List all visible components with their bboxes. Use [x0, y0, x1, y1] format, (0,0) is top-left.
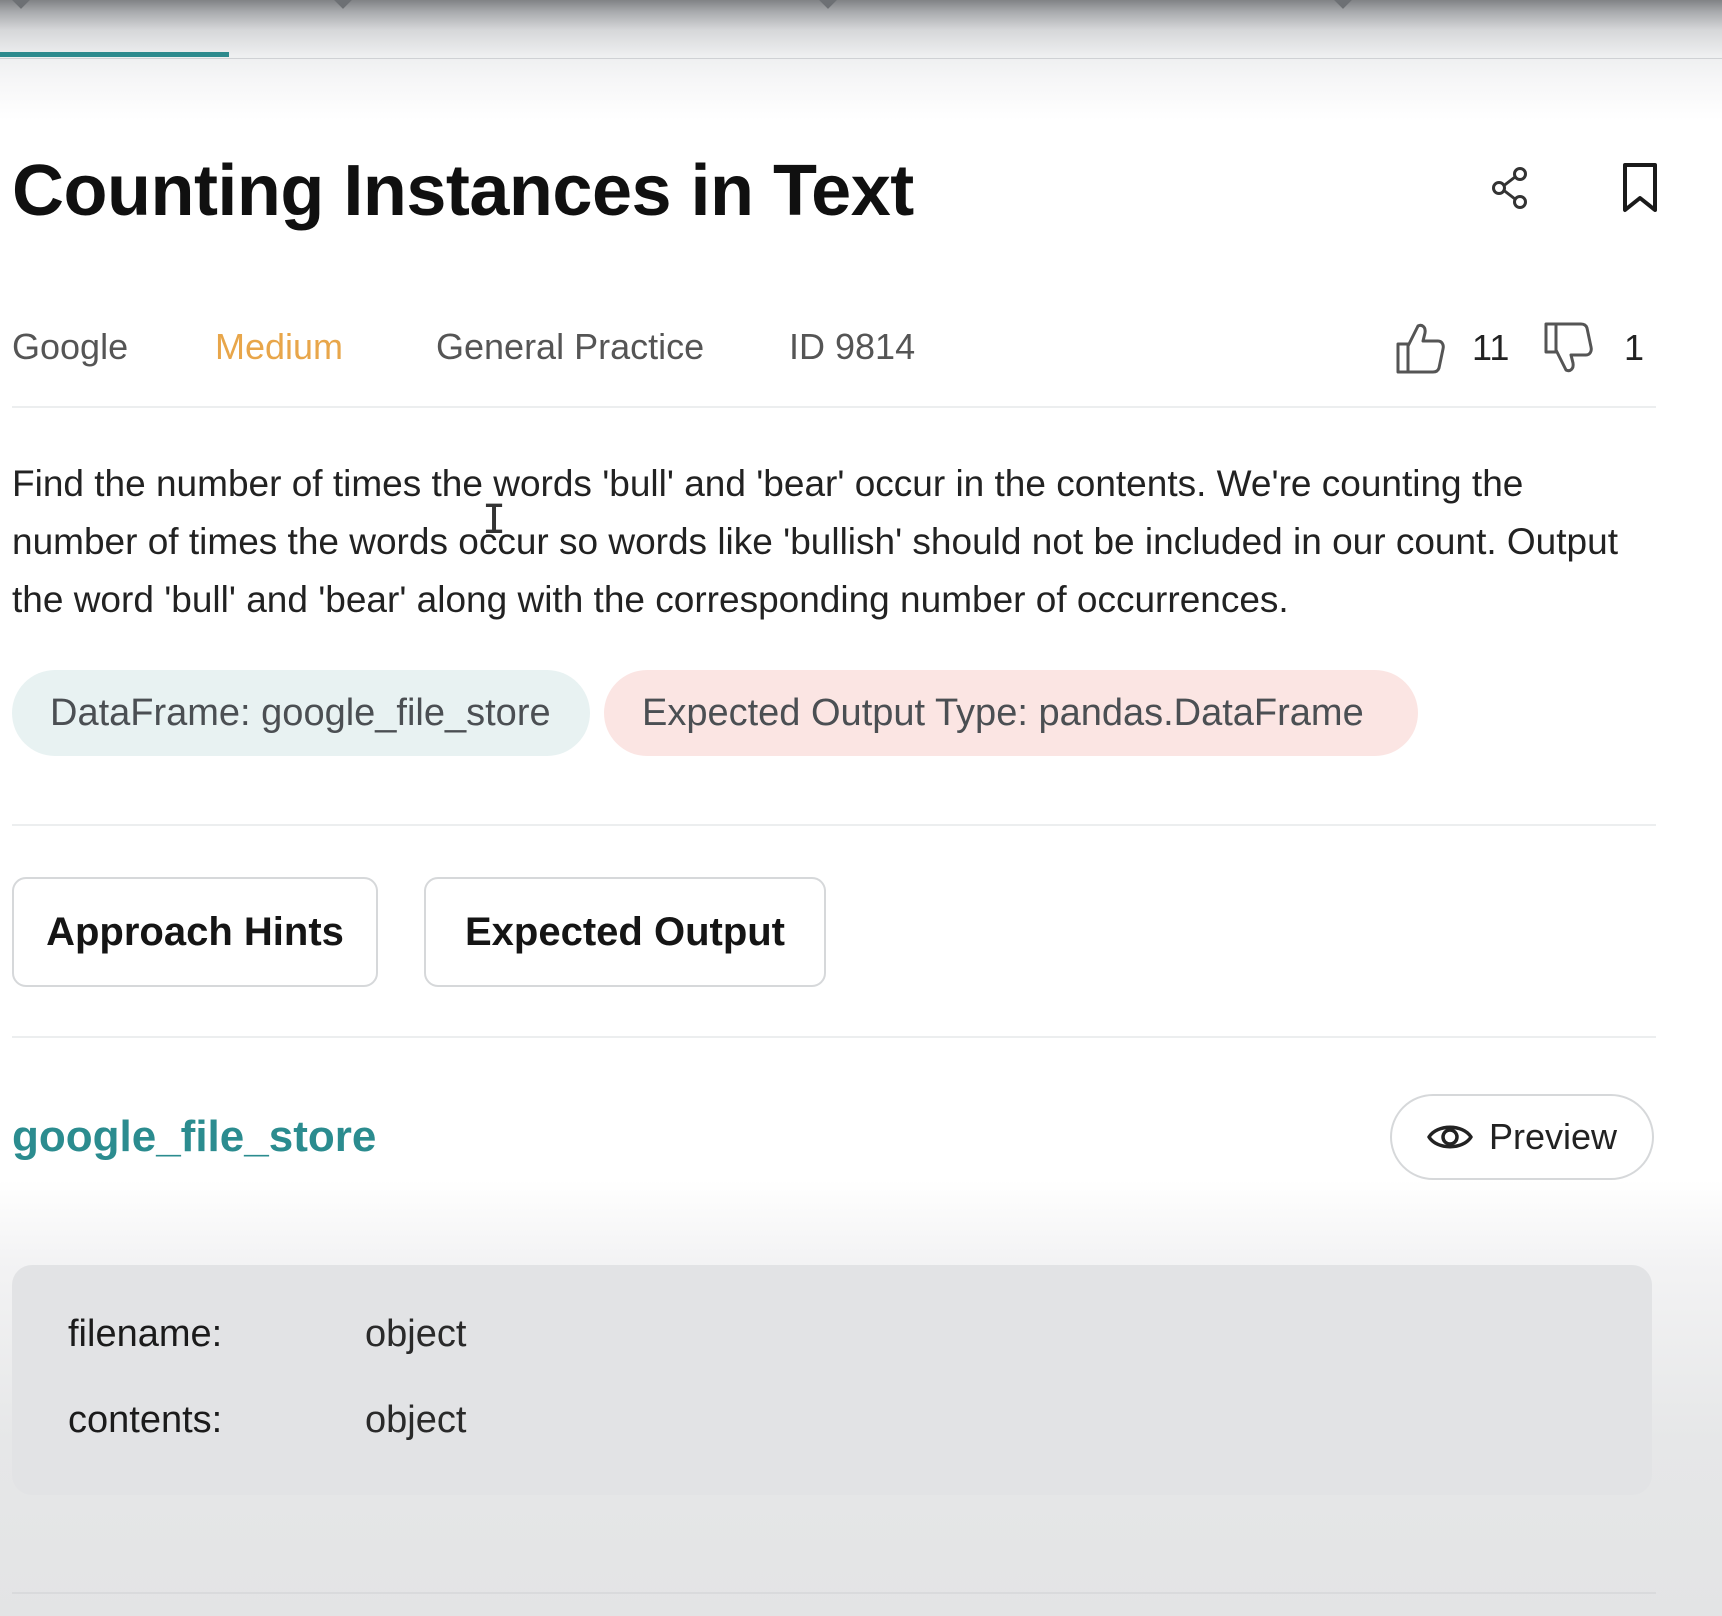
difficulty-tag: Medium	[215, 326, 344, 367]
divider	[12, 1592, 1656, 1594]
bookmark-icon	[1623, 163, 1657, 212]
divider	[12, 1036, 1656, 1038]
dataframe-tag: DataFrame: google_file_store	[12, 670, 590, 756]
downvote-button[interactable]: 1	[1542, 320, 1644, 376]
top-tab-bar	[0, 0, 1722, 120]
approach-hints-label: Approach Hints	[46, 909, 344, 954]
output-type-tag-label: Expected Output Type: pandas.DataFrame	[642, 691, 1364, 734]
question-description: Find the number of times the words 'bull…	[12, 463, 1618, 620]
tab-marker	[11, 0, 31, 9]
thumbs-down-icon	[1544, 322, 1593, 373]
upvote-count: 11	[1472, 327, 1510, 368]
tab-divider	[0, 58, 1722, 59]
tab-marker	[818, 0, 838, 9]
eye-icon	[1427, 1125, 1473, 1149]
dataframe-tag-label: DataFrame: google_file_store	[50, 691, 551, 734]
share-button[interactable]	[1482, 160, 1538, 216]
thumbs-up-icon	[1396, 323, 1445, 374]
upvote-button[interactable]: 11	[1394, 320, 1509, 376]
approach-hints-button[interactable]: Approach Hints	[12, 877, 378, 987]
expected-output-button[interactable]: Expected Output	[424, 877, 826, 987]
company-tag[interactable]: Google	[12, 326, 128, 368]
tab-marker	[1333, 0, 1353, 9]
column-type: object	[365, 1313, 467, 1355]
downvote-count: 1	[1624, 327, 1645, 368]
column-name: filename:	[68, 1313, 223, 1355]
divider	[12, 406, 1656, 408]
column-type: object	[365, 1399, 467, 1441]
table-schema: filename: object contents: object	[12, 1265, 1652, 1495]
output-type-tag: Expected Output Type: pandas.DataFrame	[604, 670, 1418, 756]
expected-output-label: Expected Output	[464, 909, 786, 954]
divider	[12, 824, 1656, 826]
preview-label: Preview	[1488, 1116, 1618, 1157]
bookmark-button[interactable]	[1612, 160, 1668, 216]
text-cursor-icon: I	[482, 497, 507, 543]
question-id: ID 9814	[789, 326, 916, 367]
table-name: google_file_store	[12, 1112, 377, 1161]
share-icon	[1492, 167, 1527, 209]
active-tab-indicator	[0, 52, 229, 57]
tab-marker	[333, 0, 353, 9]
question-meta: Google Medium General Practice ID 9814 1…	[12, 320, 1656, 376]
category-tag: General Practice	[436, 326, 705, 367]
question-title: Counting Instances in Text	[12, 151, 914, 231]
column-name: contents:	[68, 1399, 223, 1441]
preview-button[interactable]: Preview	[1390, 1094, 1654, 1180]
